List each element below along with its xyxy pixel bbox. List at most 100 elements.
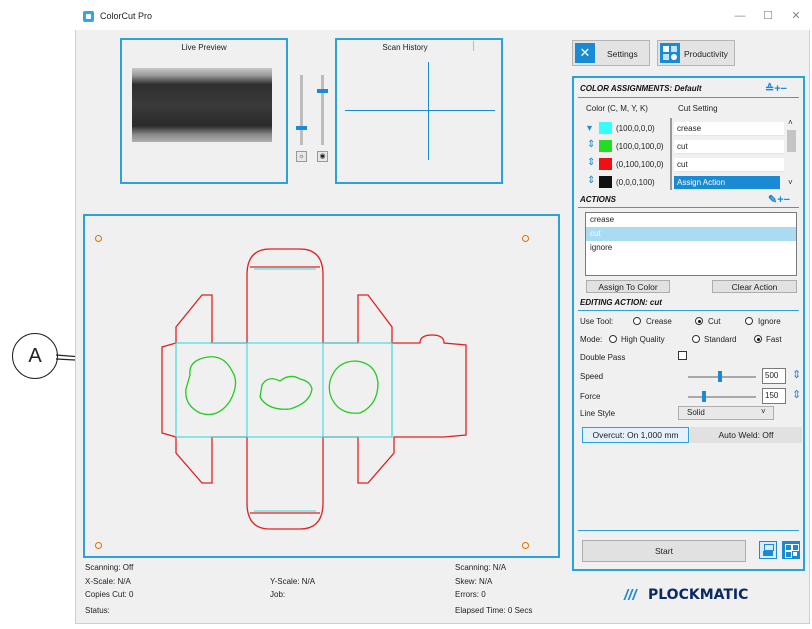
scan-history-title: Scan History bbox=[382, 43, 428, 52]
status-yscale: Y-Scale: N/A bbox=[270, 577, 316, 586]
mode-fast-radio[interactable] bbox=[754, 335, 762, 343]
order-down-icon[interactable]: ▾ bbox=[587, 123, 592, 134]
brand-name: PLOCKMATIC bbox=[648, 587, 749, 603]
cut-setting-3[interactable]: cut bbox=[674, 158, 784, 172]
scroll-up-icon[interactable]: ˄ bbox=[788, 118, 793, 127]
brightness-slider-track[interactable] bbox=[300, 75, 303, 145]
mode-high-quality-radio[interactable] bbox=[609, 335, 617, 343]
callout-label: A bbox=[28, 345, 42, 367]
color-swatch-4 bbox=[599, 176, 612, 188]
double-pass-label: Double Pass bbox=[580, 353, 626, 362]
column-separator bbox=[670, 118, 672, 190]
status-errors: Errors: 0 bbox=[455, 590, 486, 599]
actions-edit-add-remove-icon[interactable]: ✎+− bbox=[768, 193, 790, 206]
speed-slider-track[interactable] bbox=[688, 376, 756, 378]
use-tool-label: Use Tool: bbox=[580, 317, 614, 326]
order-updown-icon-3[interactable]: ⇕ bbox=[587, 157, 595, 168]
mode-fast-label: Fast bbox=[766, 335, 782, 344]
settings-button[interactable]: ✕ Settings bbox=[572, 40, 650, 66]
window-left bbox=[185, 356, 237, 416]
order-updown-icon-4[interactable]: ⇕ bbox=[587, 175, 595, 186]
productivity-label: Productivity bbox=[684, 49, 728, 59]
tool-ignore-label: Ignore bbox=[758, 317, 781, 326]
title-bar bbox=[75, 4, 810, 30]
chevron-down-icon: ˅ bbox=[761, 407, 766, 416]
settings-icon: ✕ bbox=[575, 43, 595, 63]
force-label: Force bbox=[580, 392, 601, 401]
save-icon[interactable] bbox=[759, 541, 777, 559]
tool-cut-radio[interactable] bbox=[695, 317, 703, 325]
color-assignments-controls-icon[interactable]: ≙+− bbox=[765, 82, 787, 95]
contrast-slider-track[interactable] bbox=[321, 75, 324, 145]
actions-divider bbox=[578, 207, 799, 208]
speed-input[interactable]: 500 bbox=[762, 368, 786, 384]
cmyk-3: (0,100,100,0) bbox=[616, 160, 664, 169]
force-slider-thumb[interactable] bbox=[702, 391, 706, 402]
maximize-button[interactable]: ☐ bbox=[758, 8, 778, 24]
brightness-slider-thumb[interactable] bbox=[296, 126, 307, 130]
cut-setting-4-selected[interactable]: Assign Action bbox=[674, 176, 780, 190]
speed-slider-thumb[interactable] bbox=[718, 371, 722, 382]
cut-setting-1[interactable]: crease bbox=[674, 122, 784, 136]
window-right bbox=[328, 360, 379, 414]
color-assignments-divider bbox=[578, 97, 799, 98]
assign-to-color-button[interactable]: Assign To Color bbox=[586, 280, 670, 293]
live-preview-title: Live Preview bbox=[181, 43, 227, 52]
mode-high-quality-label: High Quality bbox=[621, 335, 665, 344]
scroll-down-icon[interactable]: ˅ bbox=[788, 178, 793, 187]
line-style-select[interactable]: Solid ˅ bbox=[678, 406, 774, 420]
actions-list[interactable]: crease cut ignore bbox=[585, 212, 797, 276]
action-item-cut-selected[interactable]: cut bbox=[586, 227, 796, 241]
close-button[interactable]: ✕ bbox=[786, 8, 806, 24]
cmyk-1: (100,0,0,0) bbox=[616, 124, 655, 133]
force-input[interactable]: 150 bbox=[762, 388, 786, 404]
double-pass-checkbox[interactable] bbox=[678, 351, 687, 360]
callout-circle: A bbox=[12, 333, 58, 379]
actions-title: ACTIONS bbox=[580, 195, 616, 204]
color-swatch-1 bbox=[599, 122, 612, 134]
cut-outline bbox=[161, 248, 467, 530]
force-stepper-icon[interactable]: ⇕ bbox=[792, 388, 801, 401]
force-slider-track[interactable] bbox=[688, 396, 756, 398]
cut-setting-2[interactable]: cut bbox=[674, 140, 784, 154]
status-scanning-left: Scanning: Off bbox=[85, 563, 134, 572]
speed-label: Speed bbox=[580, 372, 604, 381]
start-button[interactable]: Start bbox=[582, 540, 746, 562]
window-title: ColorCut Pro bbox=[100, 11, 153, 21]
speed-stepper-icon[interactable]: ⇕ bbox=[792, 368, 801, 381]
registration-mark-bl bbox=[95, 542, 102, 549]
clear-action-button[interactable]: Clear Action bbox=[712, 280, 797, 293]
contrast-slider-thumb[interactable] bbox=[317, 89, 328, 93]
color-list-scrollbar[interactable]: ˄ ˅ bbox=[786, 118, 797, 190]
order-updown-icon-2[interactable]: ⇕ bbox=[587, 139, 595, 150]
scroll-thumb[interactable] bbox=[787, 130, 796, 152]
app-icon bbox=[83, 11, 94, 22]
productivity-button[interactable]: Productivity bbox=[657, 40, 735, 66]
contrast-icon[interactable]: ◉ bbox=[317, 151, 328, 162]
qr-code-icon[interactable] bbox=[782, 541, 800, 559]
tool-ignore-radio[interactable] bbox=[745, 317, 753, 325]
status-copies: Copies Cut: 0 bbox=[85, 590, 134, 599]
action-item-ignore[interactable]: ignore bbox=[586, 241, 796, 255]
tool-cut-label: Cut bbox=[708, 317, 721, 326]
status-elapsed: Elapsed Time: 0 Secs bbox=[455, 606, 533, 615]
editing-divider bbox=[578, 310, 799, 311]
brightness-icon[interactable]: ☼ bbox=[296, 151, 307, 162]
status-scanning-right: Scanning: N/A bbox=[455, 563, 507, 572]
color-swatch-2 bbox=[599, 140, 612, 152]
mode-standard-radio[interactable] bbox=[692, 335, 700, 343]
color-assignments-title: COLOR ASSIGNMENTS: Default bbox=[580, 84, 702, 93]
status-job: Job: bbox=[270, 590, 286, 599]
tool-crease-radio[interactable] bbox=[633, 317, 641, 325]
scan-history-panel bbox=[335, 38, 503, 184]
auto-weld-button[interactable]: Auto Weld: Off bbox=[690, 427, 802, 443]
line-style-value: Solid bbox=[687, 408, 705, 417]
status-skew: Skew: N/A bbox=[455, 577, 493, 586]
minimize-button[interactable]: — bbox=[730, 8, 750, 24]
tool-crease-label: Crease bbox=[646, 317, 672, 326]
crosshair-horizontal bbox=[345, 110, 495, 111]
brand-slashes-icon: /// bbox=[624, 587, 637, 604]
overcut-button[interactable]: Overcut: On 1,000 mm bbox=[582, 427, 689, 443]
action-item-crease[interactable]: crease bbox=[586, 213, 796, 227]
scan-history-divider bbox=[473, 41, 474, 51]
